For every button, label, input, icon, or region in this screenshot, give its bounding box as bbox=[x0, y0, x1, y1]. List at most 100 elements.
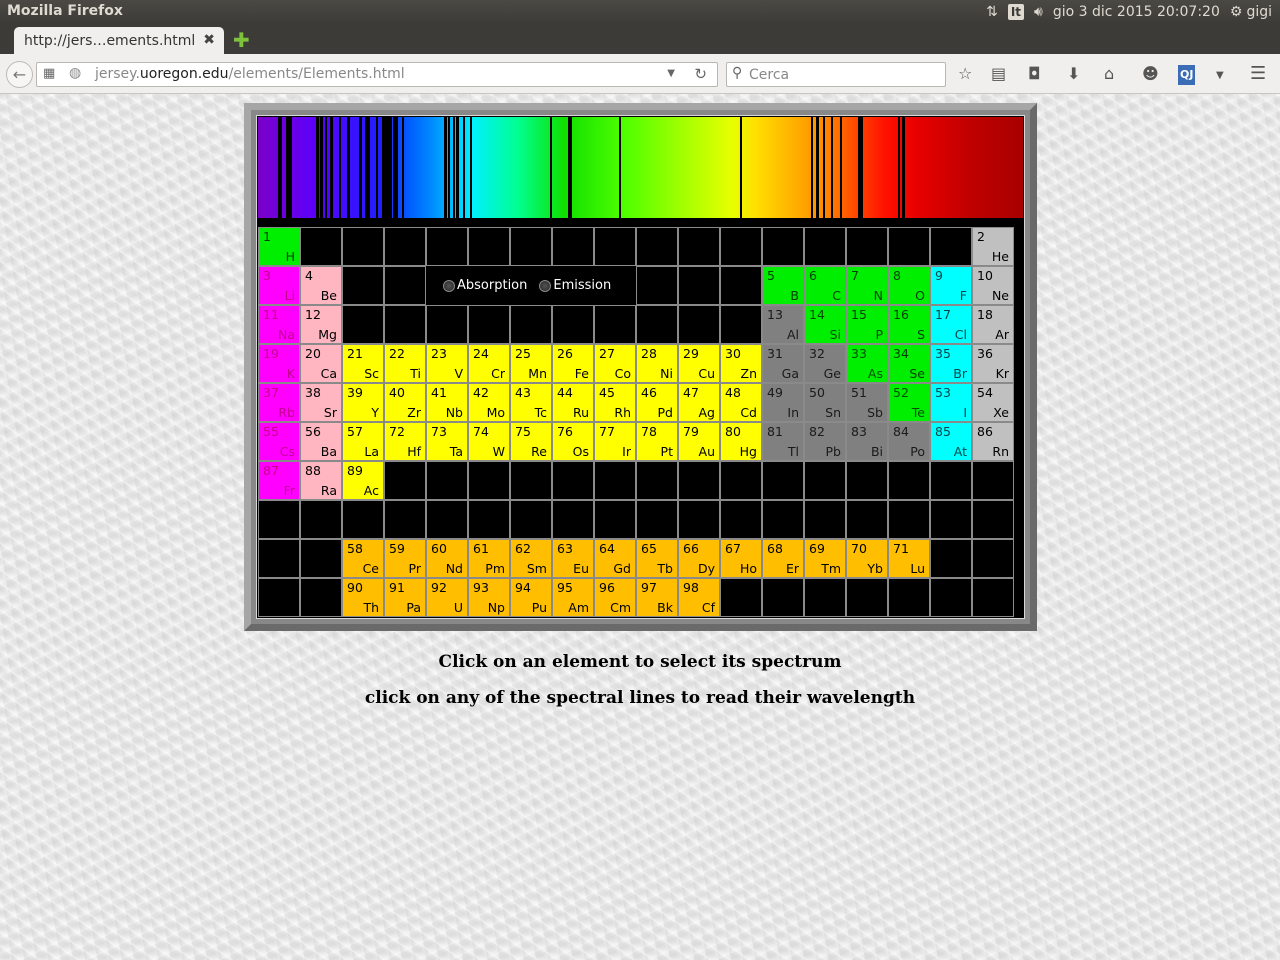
element-cell-sr[interactable]: 38 Sr bbox=[300, 383, 342, 422]
spectral-line[interactable] bbox=[330, 117, 333, 218]
element-cell-cs[interactable]: 55 Cs bbox=[258, 422, 300, 461]
spectral-line[interactable] bbox=[568, 117, 572, 218]
element-cell-th[interactable]: 90 Th bbox=[342, 578, 384, 617]
clock[interactable]: gio 3 dic 2015 20:07:20 bbox=[1053, 4, 1220, 20]
spectral-line[interactable] bbox=[902, 117, 905, 218]
spectral-line[interactable] bbox=[286, 117, 292, 218]
history-icon[interactable]: ▦ bbox=[43, 66, 55, 81]
element-cell-rb[interactable]: 37 Rb bbox=[258, 383, 300, 422]
spectral-line[interactable] bbox=[365, 117, 370, 218]
element-cell-w[interactable]: 74 W bbox=[468, 422, 510, 461]
element-cell-cl[interactable]: 17 Cl bbox=[930, 305, 972, 344]
menu-hamburger-icon[interactable]: ☰ bbox=[1250, 64, 1266, 84]
element-cell-xe[interactable]: 54 Xe bbox=[972, 383, 1014, 422]
element-cell-zr[interactable]: 40 Zr bbox=[384, 383, 426, 422]
element-cell-pt[interactable]: 78 Pt bbox=[636, 422, 678, 461]
element-cell-pd[interactable]: 46 Pd bbox=[636, 383, 678, 422]
tab-close-icon[interactable]: ✖ bbox=[203, 32, 215, 48]
spectral-line[interactable] bbox=[278, 117, 282, 218]
element-cell-tc[interactable]: 43 Tc bbox=[510, 383, 552, 422]
element-cell-i[interactable]: 53 I bbox=[930, 383, 972, 422]
element-cell-ni[interactable]: 28 Ni bbox=[636, 344, 678, 383]
element-cell-eu[interactable]: 63 Eu bbox=[552, 539, 594, 578]
element-cell-am[interactable]: 95 Am bbox=[552, 578, 594, 617]
element-cell-pr[interactable]: 59 Pr bbox=[384, 539, 426, 578]
spectral-line[interactable] bbox=[325, 117, 327, 218]
element-cell-bi[interactable]: 83 Bi bbox=[846, 422, 888, 461]
emission-radio[interactable]: Emission bbox=[539, 278, 611, 293]
element-cell-sc[interactable]: 21 Sc bbox=[342, 344, 384, 383]
element-cell-np[interactable]: 93 Np bbox=[468, 578, 510, 617]
element-cell-ho[interactable]: 67 Ho bbox=[720, 539, 762, 578]
element-cell-at[interactable]: 85 At bbox=[930, 422, 972, 461]
element-cell-ce[interactable]: 58 Ce bbox=[342, 539, 384, 578]
element-cell-mo[interactable]: 42 Mo bbox=[468, 383, 510, 422]
spectral-line[interactable] bbox=[898, 117, 900, 218]
element-cell-re[interactable]: 75 Re bbox=[510, 422, 552, 461]
element-cell-kr[interactable]: 36 Kr bbox=[972, 344, 1014, 383]
spectral-line[interactable] bbox=[831, 117, 833, 218]
spectral-line[interactable] bbox=[619, 117, 621, 218]
element-cell-nd[interactable]: 60 Nd bbox=[426, 539, 468, 578]
pocket-icon[interactable]: ◘ bbox=[1028, 64, 1041, 84]
element-cell-ar[interactable]: 18 Ar bbox=[972, 305, 1014, 344]
volume-icon[interactable]: 🔊︎ bbox=[1034, 4, 1043, 20]
element-cell-pu[interactable]: 94 Pu bbox=[510, 578, 552, 617]
element-cell-tl[interactable]: 81 Tl bbox=[762, 422, 804, 461]
element-cell-te[interactable]: 52 Te bbox=[888, 383, 930, 422]
element-cell-ti[interactable]: 22 Ti bbox=[384, 344, 426, 383]
element-cell-fe[interactable]: 26 Fe bbox=[552, 344, 594, 383]
absorption-radio[interactable]: Absorption bbox=[443, 278, 527, 293]
url-dropdown-icon[interactable]: ▼ bbox=[667, 68, 675, 79]
spectral-line[interactable] bbox=[444, 117, 447, 218]
element-cell-cu[interactable]: 29 Cu bbox=[678, 344, 720, 383]
element-cell-fr[interactable]: 87 Fr bbox=[258, 461, 300, 500]
addon-qj-icon[interactable]: QJ bbox=[1178, 65, 1196, 85]
element-cell-tb[interactable]: 65 Tb bbox=[636, 539, 678, 578]
spectral-line[interactable] bbox=[861, 117, 863, 218]
element-cell-u[interactable]: 92 U bbox=[426, 578, 468, 617]
element-cell-ra[interactable]: 88 Ra bbox=[300, 461, 342, 500]
spectral-line[interactable] bbox=[376, 117, 378, 218]
addon-dropdown-icon[interactable]: ▼ bbox=[1216, 66, 1224, 86]
network-icon[interactable]: ⇅ bbox=[986, 4, 998, 20]
element-cell-v[interactable]: 23 V bbox=[426, 344, 468, 383]
element-cell-he[interactable]: 2 He bbox=[972, 227, 1014, 266]
user-name[interactable]: gigi bbox=[1246, 4, 1272, 20]
element-cell-k[interactable]: 19 K bbox=[258, 344, 300, 383]
element-cell-h[interactable]: 1H bbox=[258, 227, 300, 266]
site-identity-icon[interactable]: ◍ bbox=[69, 65, 81, 81]
spectral-line[interactable] bbox=[453, 117, 455, 218]
spectral-line[interactable] bbox=[811, 117, 813, 218]
element-cell-ru[interactable]: 44 Ru bbox=[552, 383, 594, 422]
reload-icon[interactable]: ↻ bbox=[694, 65, 707, 83]
element-cell-cf[interactable]: 98 Cf bbox=[678, 578, 720, 617]
element-cell-ba[interactable]: 56 Ba bbox=[300, 422, 342, 461]
search-input[interactable] bbox=[749, 65, 939, 84]
home-icon[interactable]: ⌂ bbox=[1104, 64, 1114, 84]
element-cell-sn[interactable]: 50 Sn bbox=[804, 383, 846, 422]
spectral-line[interactable] bbox=[470, 117, 472, 218]
spectral-line[interactable] bbox=[359, 117, 362, 218]
element-cell-f[interactable]: 9F bbox=[930, 266, 972, 305]
element-cell-os[interactable]: 76 Os bbox=[552, 422, 594, 461]
element-cell-cd[interactable]: 48 Cd bbox=[720, 383, 762, 422]
element-cell-ne[interactable]: 10 Ne bbox=[972, 266, 1014, 305]
element-cell-tm[interactable]: 69 Tm bbox=[804, 539, 846, 578]
search-bar[interactable]: ⚲ bbox=[726, 62, 946, 87]
spectral-line[interactable] bbox=[347, 117, 350, 218]
element-cell-pm[interactable]: 61 Pm bbox=[468, 539, 510, 578]
element-cell-co[interactable]: 27 Co bbox=[594, 344, 636, 383]
element-cell-y[interactable]: 39 Y bbox=[342, 383, 384, 422]
spectral-line[interactable] bbox=[393, 117, 398, 218]
bookmarks-list-icon[interactable]: ▤ bbox=[991, 64, 1006, 84]
element-cell-se[interactable]: 34 Se bbox=[888, 344, 930, 383]
session-gear-icon[interactable]: ⚙ bbox=[1230, 4, 1243, 20]
back-button[interactable]: ← bbox=[6, 61, 33, 88]
spectral-line[interactable] bbox=[840, 117, 842, 218]
element-cell-au[interactable]: 79 Au bbox=[678, 422, 720, 461]
spectrum-display[interactable] bbox=[258, 117, 1023, 218]
element-cell-hf[interactable]: 72 Hf bbox=[384, 422, 426, 461]
element-cell-po[interactable]: 84 Po bbox=[888, 422, 930, 461]
element-cell-li[interactable]: 3 Li bbox=[258, 266, 300, 305]
